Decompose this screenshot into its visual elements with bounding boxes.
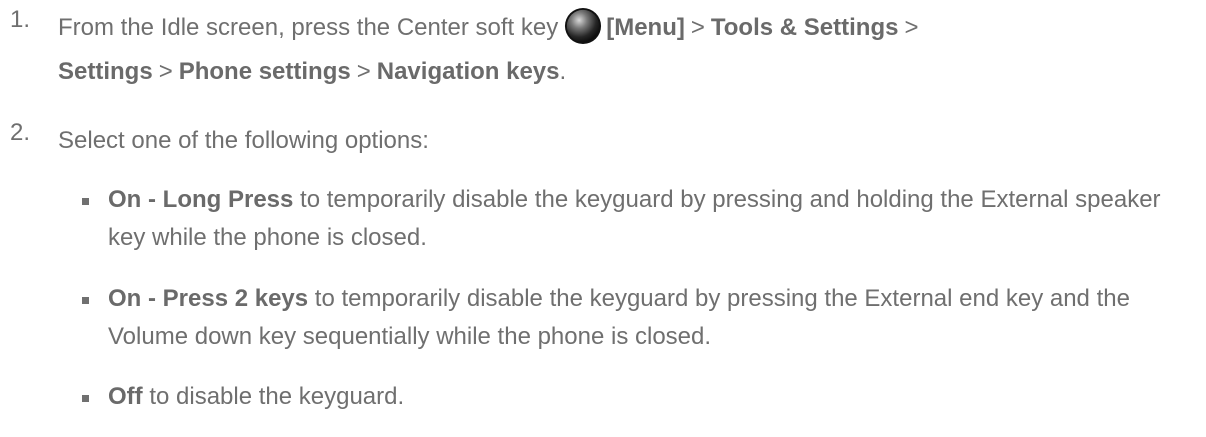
center-soft-key-icon (565, 7, 602, 45)
path-item-phone-settings: Phone settings (178, 58, 351, 85)
option-label: Off (108, 383, 143, 410)
step-intro-text: From the Idle screen, press the Center s… (58, 14, 559, 41)
option-label: On - Long Press (108, 186, 294, 213)
path-separator: > (158, 58, 173, 85)
path-item-navigation-keys: Navigation keys (376, 58, 560, 85)
option-label: On - Press 2 keys (108, 285, 309, 312)
path-item-tools-settings: Tools & Settings (710, 14, 899, 41)
instruction-document: 1. From the Idle screen, press the Cente… (0, 0, 1206, 437)
step-text: From the Idle screen, press the Center s… (58, 6, 1178, 94)
option-text: Off to disable the keyguard. (108, 378, 1188, 416)
option-text: On - Long Press to temporarily disable t… (108, 181, 1188, 257)
bullet-marker (82, 297, 89, 304)
path-item-settings: Settings (58, 58, 153, 85)
path-separator: > (690, 14, 705, 41)
step-text: Select one of the following options: (58, 127, 429, 154)
path-separator: > (904, 14, 919, 41)
menu-label: [Menu] (606, 14, 685, 41)
bullet-marker (82, 395, 89, 402)
option-text: On - Press 2 keys to temporarily disable… (108, 280, 1188, 356)
option-description: to disable the keyguard. (142, 383, 405, 410)
step-number: 1. (10, 6, 31, 33)
end-punctuation: . (559, 58, 567, 85)
path-separator: > (356, 58, 371, 85)
bullet-marker (82, 198, 89, 205)
step-number: 2. (10, 119, 31, 146)
